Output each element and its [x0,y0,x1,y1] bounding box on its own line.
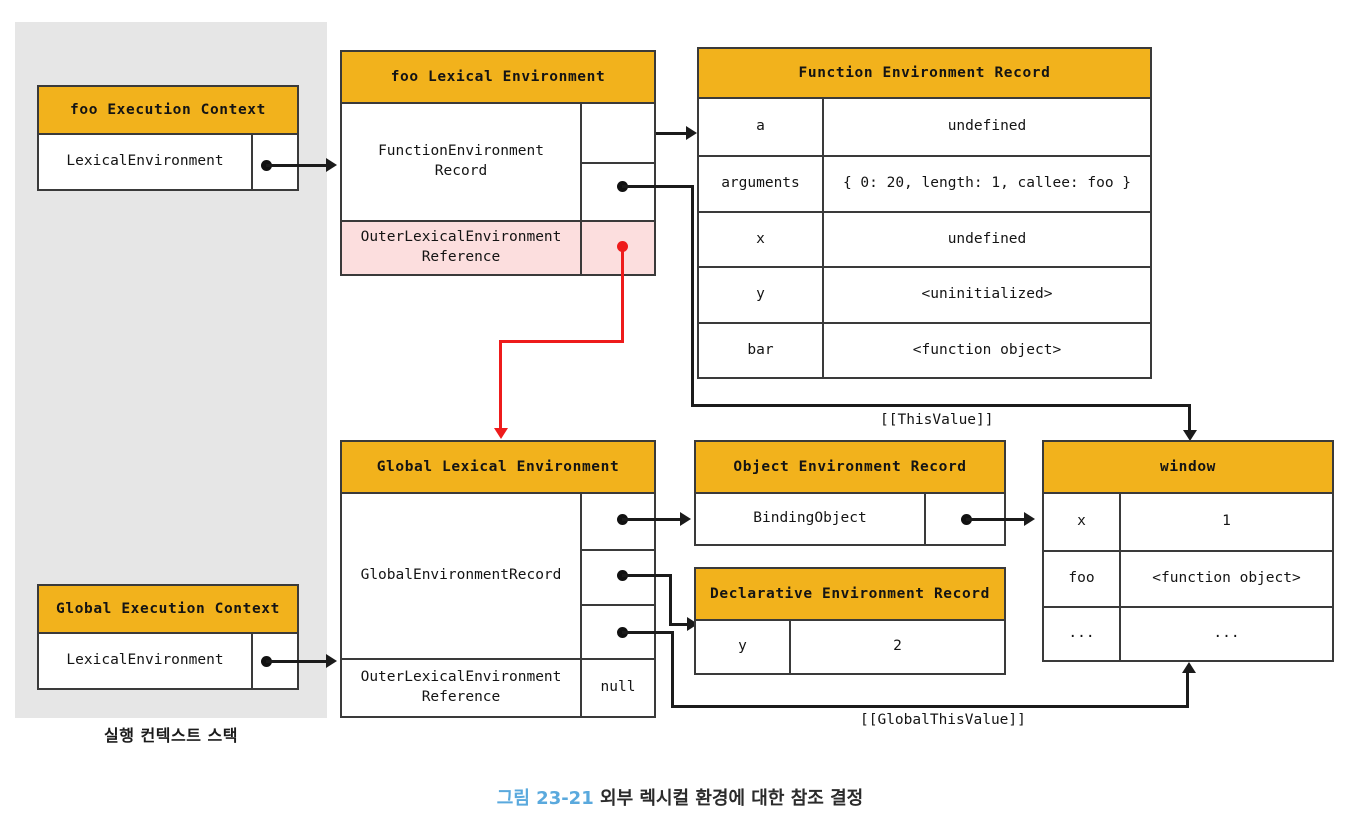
global-ec-pointer-line [266,659,332,663]
outer-ref-red-vert-2 [499,340,502,430]
fer-row-value: undefined [822,211,1150,266]
foo-le-to-fer-line [656,131,690,135]
global-execution-context-row-label: LexicalEnvironment [66,652,224,669]
function-environment-record-box: Function Environment Record a undefined … [697,47,1152,379]
outer-ref-red-horiz [499,340,624,343]
fer-row-key: bar [699,322,822,377]
fer-row-key: x [699,211,822,266]
der-row-key: y [738,638,747,655]
fer-row-value: <uninitialized> [822,266,1150,322]
foo-execution-context-title: foo Execution Context [39,87,297,135]
gle-slot1-arrowhead [680,512,691,526]
function-environment-record-title: Function Environment Record [699,49,1150,99]
oer-binding-line [966,517,1028,521]
foo-lexical-environment-box: foo Lexical Environment FunctionEnvironm… [340,50,656,276]
diagram-canvas: 실행 컨텍스트 스택 foo Execution Context Lexical… [0,0,1360,833]
global-this-line-h1 [622,630,674,634]
gle-outer-slot: null [580,658,654,716]
window-row-value: 1 [1119,494,1332,550]
foo-execution-context-row-label: LexicalEnvironment [66,153,224,170]
global-this-line-v1 [671,630,674,708]
foo-lexical-environment-title: foo Lexical Environment [342,52,654,104]
foo-le-record-slot-2 [580,162,654,220]
this-value-horiz [691,404,1191,407]
outer-ref-red-vert-1 [621,246,624,343]
global-this-value-label: [[GlobalThisValue]] [860,712,1026,728]
declarative-environment-record-box: Declarative Environment Record y 2 [694,567,1006,675]
gle-slot1-line [622,517,684,521]
fer-row-key: a [756,118,765,135]
global-lexical-environment-title: Global Lexical Environment [342,442,654,494]
oer-binding-arrowhead [1024,512,1035,526]
fer-row-value: <function object> [822,322,1150,377]
window-row-key: foo [1044,550,1119,606]
global-lexical-environment-box: Global Lexical Environment GlobalEnviron… [340,440,656,718]
this-value-label: [[ThisValue]] [880,412,994,428]
this-value-vert-1 [691,184,694,407]
fer-row-value: undefined [822,99,1150,155]
object-environment-record-box: Object Environment Record BindingObject [694,440,1006,546]
execution-context-stack-caption: 실행 컨텍스트 스택 [104,726,238,745]
foo-ec-pointer-arrowhead [326,158,337,172]
gle-slot2-line-v [669,573,672,626]
global-this-arrowhead [1181,662,1196,673]
foo-le-record-slot-1 [580,104,654,162]
der-row-value: 2 [789,621,1004,673]
window-box: window x 1 foo <function object> ... ... [1042,440,1334,662]
window-row-key: ... [1044,606,1119,660]
fer-row-value: { 0: 20, length: 1, callee: foo } [822,155,1150,211]
global-this-line-v2 [1186,670,1189,708]
oer-row-key: BindingObject [753,510,867,527]
figure-caption-text: 외부 렉시컬 환경에 대한 참조 결정 [600,788,864,809]
foo-le-to-fer-arrowhead [686,126,697,140]
global-ec-pointer-arrowhead [326,654,337,668]
gle-record-label: GlobalEnvironmentRecord [360,567,562,584]
outer-ref-red-arrowhead [493,428,508,439]
declarative-environment-record-title: Declarative Environment Record [696,569,1004,621]
object-environment-record-title: Object Environment Record [696,442,1004,494]
foo-execution-context-box: foo Execution Context LexicalEnvironment [37,85,299,191]
foo-execution-context-row-value [251,135,297,189]
window-row-value: <function object> [1119,550,1332,606]
window-title: window [1044,442,1332,494]
window-row-value: ... [1119,606,1332,660]
figure-number: 그림 23-21 [496,788,594,809]
figure-caption: 그림 23-21 외부 렉시컬 환경에 대한 참조 결정 [0,784,1360,810]
foo-le-record-label: FunctionEnvironment Record [378,143,544,179]
foo-le-slot2-line [622,184,694,188]
fer-row-key: y [699,266,822,322]
foo-le-outer-label: OuterLexicalEnvironment Reference [342,220,580,274]
gle-slot2-line-h1 [622,573,672,577]
global-execution-context-title: Global Execution Context [39,586,297,634]
window-row-key: x [1077,513,1086,530]
foo-ec-pointer-line [266,163,332,167]
fer-row-key: arguments [699,155,822,211]
gle-outer-label: OuterLexicalEnvironment Reference [342,658,580,716]
global-this-line-h2 [671,705,1189,708]
global-execution-context-box: Global Execution Context LexicalEnvironm… [37,584,299,690]
